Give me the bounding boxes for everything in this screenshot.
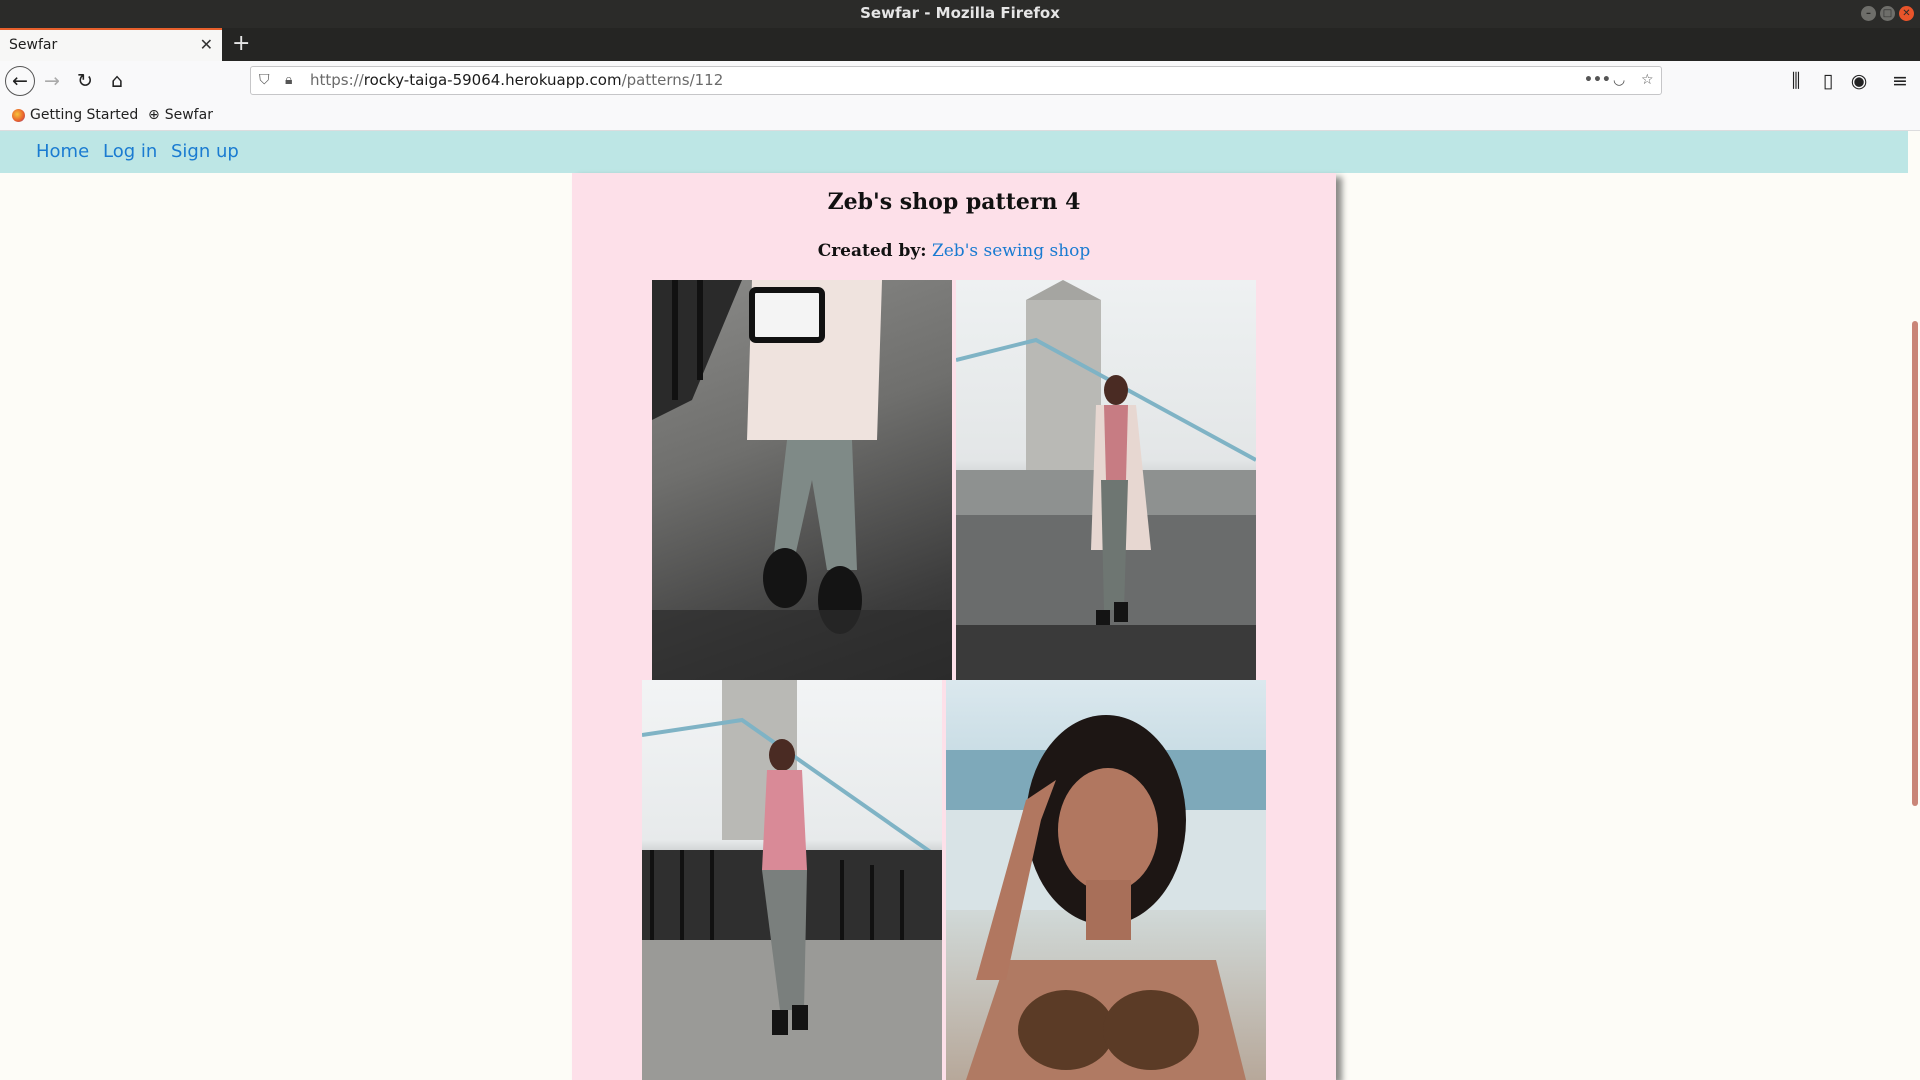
minimize-icon[interactable]: – [1861,6,1876,21]
forward-arrow-icon[interactable]: → [40,69,64,93]
reload-icon[interactable]: ↻ [73,69,97,93]
sidebar-icon[interactable]: ▯ [1816,69,1840,93]
pattern-photo[interactable] [956,280,1256,680]
nav-signup-link[interactable]: Sign up [171,141,239,162]
bookmark-star-icon[interactable]: ☆ [1641,67,1654,94]
tab-sewfar[interactable]: Sewfar ✕ [0,28,222,61]
nav-home-link[interactable]: Home [36,141,89,162]
tab-label: Sewfar [9,37,58,53]
bookmarks-toolbar: Getting Started ⊕ Sewfar [0,101,1920,131]
maximize-icon[interactable]: □ [1880,6,1895,21]
url-host: rocky-taiga-59064.herokuapp.com [363,71,622,89]
bookmark-getting-started[interactable]: Getting Started [12,107,138,123]
created-by: Created by: Zeb's sewing shop [572,241,1336,261]
menu-icon[interactable]: ≡ [1888,69,1912,93]
close-window-icon[interactable]: ✕ [1899,6,1914,21]
tab-close-icon[interactable]: ✕ [200,30,213,60]
creator-link[interactable]: Zeb's sewing shop [932,241,1090,261]
page-scrollbar[interactable] [1908,131,1920,1080]
nav-login-link[interactable]: Log in [103,141,157,162]
photo-railing [642,680,942,1080]
window-titlebar: Sewfar - Mozilla Firefox – □ ✕ [0,0,1920,28]
pattern-photo[interactable] [946,680,1266,1080]
url-path: /patterns/112 [621,71,724,89]
bookmark-label: Getting Started [30,107,139,123]
scrollbar-thumb[interactable] [1912,321,1918,806]
pattern-photo[interactable] [642,680,942,1080]
url-text[interactable]: https://rocky-taiga-59064.herokuapp.com/… [310,67,723,94]
photo-tower-bridge [956,280,1256,680]
library-icon[interactable]: ⫼ [1784,69,1808,93]
photo-coat-closeup [652,280,952,680]
bookmark-sewfar[interactable]: ⊕ Sewfar [148,107,213,123]
created-by-label: Created by: [817,241,927,261]
pattern-title: Zeb's shop pattern 4 [827,189,1081,215]
pocket-icon[interactable]: ◡ [1613,67,1625,94]
url-scheme: https:// [310,71,364,89]
home-icon[interactable]: ⌂ [105,69,129,93]
new-tab-button[interactable]: + [232,28,250,60]
address-bar[interactable]: ⛉ 🔒︎ https://rocky-taiga-59064.herokuapp… [250,66,1662,95]
firefox-icon [12,108,25,122]
tab-strip: Sewfar ✕ + [0,28,1920,61]
navigation-toolbar: ← → ↻ ⌂ ⛉ 🔒︎ https://rocky-taiga-59064.h… [0,61,1920,101]
globe-icon: ⊕ [148,107,160,123]
pattern-card: Zeb's shop pattern 4 Created by: Zeb's s… [572,173,1336,1080]
back-arrow-icon[interactable]: ← [5,66,35,96]
photo-beach-portrait [946,715,1266,1080]
site-navbar: Home Log in Sign up [0,131,1908,173]
page-actions-icon[interactable]: ••• [1584,67,1611,94]
bookmark-label: Sewfar [164,107,213,123]
lock-icon[interactable]: 🔒︎ [285,67,292,94]
shield-icon[interactable]: ⛉ [259,67,270,94]
pattern-photo[interactable] [652,280,952,680]
window-title: Sewfar - Mozilla Firefox [860,4,1060,22]
window-controls: – □ ✕ [1861,6,1914,21]
account-icon[interactable]: ◉ [1847,69,1871,93]
